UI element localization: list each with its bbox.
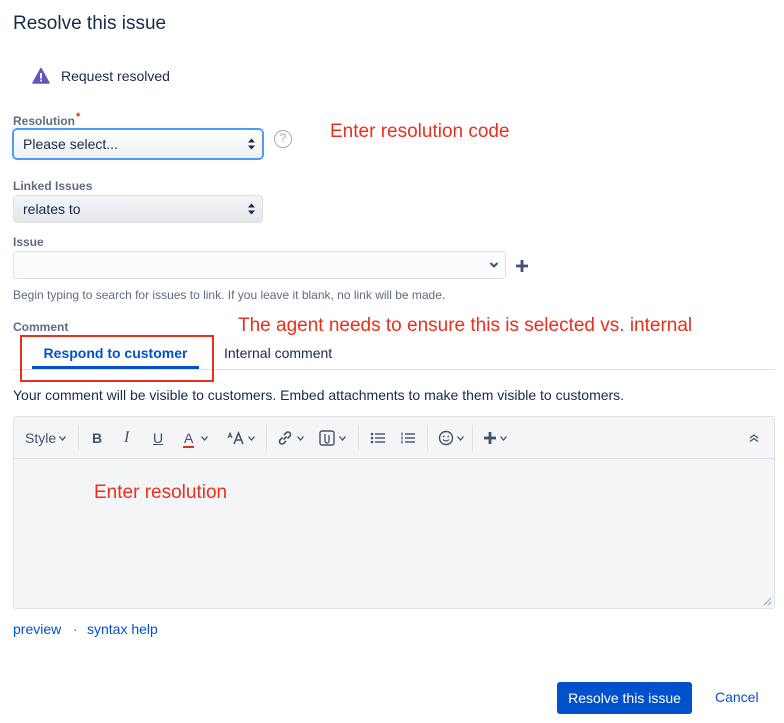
- issue-picker[interactable]: [13, 251, 506, 279]
- emoji-button[interactable]: [438, 427, 464, 449]
- preview-link[interactable]: preview: [13, 621, 61, 637]
- linked-issues-select[interactable]: relates to: [13, 195, 263, 223]
- toolbar-separator: [266, 425, 267, 451]
- status-row: Request resolved: [32, 66, 170, 86]
- link-separator: ·: [73, 621, 78, 637]
- bullet-list-icon: [370, 432, 385, 444]
- annotation-tab-note: The agent needs to ensure this is select…: [238, 315, 693, 336]
- insert-more-button[interactable]: [483, 427, 507, 449]
- toolbar-separator: [78, 425, 79, 451]
- double-chevron-up-icon: [749, 434, 759, 443]
- chevron-down-icon: [457, 435, 464, 441]
- link-icon: [278, 431, 292, 445]
- italic-button[interactable]: I: [124, 427, 129, 449]
- attachment-icon: [319, 430, 335, 446]
- select-arrows-icon: [248, 203, 255, 215]
- numbered-list-button[interactable]: [400, 427, 416, 449]
- collapse-toolbar-button[interactable]: [748, 427, 760, 449]
- resolve-issue-button[interactable]: Resolve this issue: [557, 682, 692, 714]
- text-color-button[interactable]: A: [183, 427, 209, 449]
- status-text: Request resolved: [61, 68, 170, 84]
- bullet-list-button[interactable]: [370, 427, 386, 449]
- linked-issues-label: Linked Issues: [13, 179, 93, 193]
- text-color-glyph: A: [184, 430, 194, 446]
- issue-helper-text: Begin typing to search for issues to lin…: [13, 288, 446, 302]
- issue-label: Issue: [13, 235, 44, 249]
- link-button[interactable]: [276, 427, 304, 449]
- attachment-button[interactable]: [318, 427, 346, 449]
- style-dropdown-label: Style: [25, 430, 57, 446]
- plus-icon: [484, 432, 496, 444]
- bold-button[interactable]: B: [92, 427, 102, 449]
- chevron-down-icon: [489, 262, 499, 268]
- emoji-icon: [438, 430, 454, 446]
- chevron-down-icon: [201, 435, 209, 441]
- comment-label: Comment: [13, 320, 69, 334]
- numbered-list-icon: [401, 432, 415, 444]
- resolution-select[interactable]: Please select...: [13, 129, 263, 159]
- linked-issues-select-value: relates to: [23, 201, 81, 217]
- chevron-down-icon: [500, 435, 507, 441]
- text-color-icon: A: [183, 430, 195, 448]
- toolbar-separator: [427, 425, 428, 451]
- tab-internal-comment[interactable]: Internal comment: [224, 342, 332, 364]
- help-icon[interactable]: ?: [274, 130, 292, 148]
- chevron-down-icon: [248, 435, 255, 441]
- chevron-down-icon: [59, 435, 67, 441]
- syntax-help-link[interactable]: syntax help: [87, 621, 158, 637]
- style-dropdown[interactable]: Style: [25, 427, 67, 449]
- text-color-bar: [183, 446, 195, 448]
- add-issue-icon[interactable]: [515, 259, 529, 273]
- warning-triangle-icon: [32, 67, 50, 84]
- underline-button[interactable]: U: [153, 427, 163, 449]
- chevron-down-icon: [297, 435, 304, 441]
- cancel-button[interactable]: Cancel: [715, 689, 759, 705]
- select-arrows-icon: [248, 138, 255, 150]
- required-mark: *: [76, 111, 81, 123]
- toolbar-separator: [472, 425, 473, 451]
- text-effects-icon: [227, 431, 244, 445]
- chevron-down-icon: [339, 435, 346, 441]
- annotation-resolution-code: Enter resolution code: [330, 121, 510, 142]
- resolution-label: Resolution*: [13, 111, 81, 128]
- resize-handle-icon[interactable]: [762, 596, 772, 606]
- annotation-highlight-box: [20, 335, 214, 382]
- dialog-title: Resolve this issue: [13, 13, 167, 34]
- resolution-label-text: Resolution: [13, 114, 75, 128]
- comment-visibility-note: Your comment will be visible to customer…: [13, 387, 625, 403]
- resolution-select-value: Please select...: [23, 136, 118, 152]
- toolbar-separator: [358, 425, 359, 451]
- annotation-enter-resolution: Enter resolution: [94, 482, 228, 503]
- text-effects-button[interactable]: [227, 427, 255, 449]
